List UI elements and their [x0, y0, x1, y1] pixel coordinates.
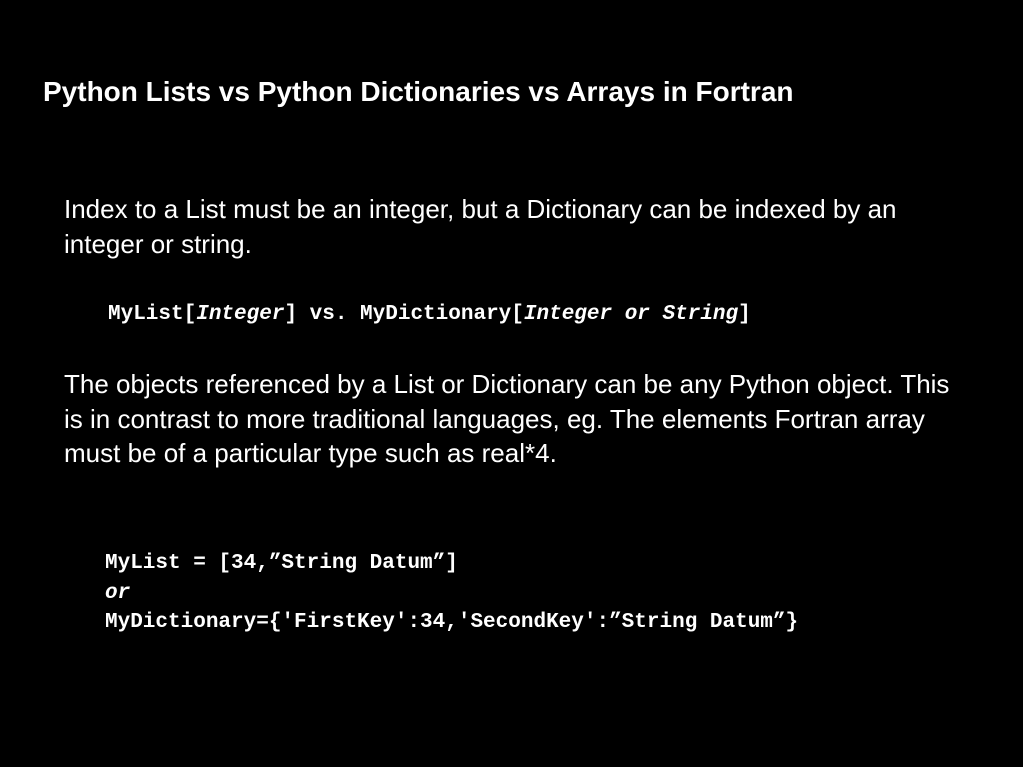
paragraph-object-types: The objects referenced by a List or Dict… — [64, 369, 950, 468]
paragraph-list-index: Index to a List must be an integer, but … — [64, 194, 897, 259]
code-example-block: MyList = [34,”String Datum”] or MyDictiona… — [105, 549, 798, 638]
code-or-separator: or — [105, 581, 131, 605]
code-list-index-type: Integer — [196, 303, 285, 326]
code-vs-mydictionary: ] vs. MyDictionary[ — [284, 303, 524, 326]
code-closing-bracket: ] — [738, 303, 751, 326]
code-dict-index-type: Integer or String — [523, 303, 739, 326]
code-index-comparison: MyList[Integer] vs. MyDictionary[Integer… — [108, 300, 751, 330]
code-mylist-example: MyList = [34,”String Datum”] — [105, 552, 458, 575]
code-mydictionary-example: MyDictionary={'FirstKey':34,'SecondKey':… — [105, 611, 799, 634]
slide: Python Lists vs Python Dictionaries vs A… — [0, 0, 1023, 767]
code-mylist-prefix: MyList[ — [108, 303, 197, 326]
slide-title: Python Lists vs Python Dictionaries vs A… — [43, 76, 794, 107]
